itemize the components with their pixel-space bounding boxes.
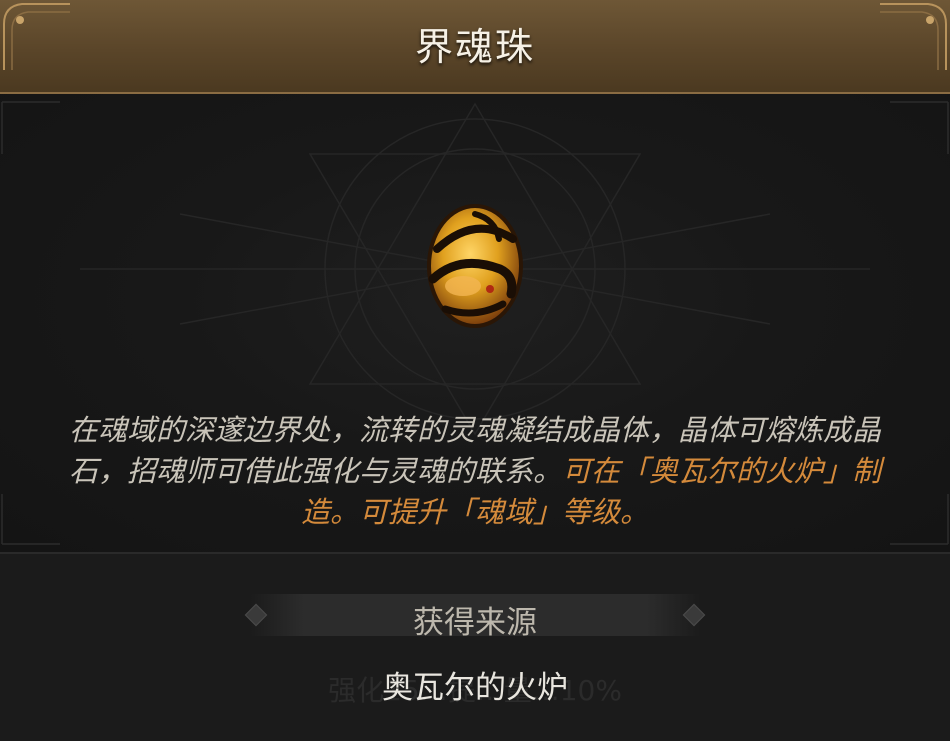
- source-section: 获得来源 强化15…提…量…10% 奥瓦尔的火炉: [0, 554, 950, 741]
- source-header: 获得来源: [244, 594, 706, 641]
- title-bar: 界魂珠: [0, 0, 950, 94]
- item-detail-panel: 在魂域的深邃边界处，流转的灵魂凝结成晶体，晶体可熔炼成晶石，招魂师可借此强化与灵…: [0, 94, 950, 552]
- source-title: 获得来源: [413, 605, 537, 641]
- item-title: 界魂珠: [414, 25, 535, 69]
- source-item-forge[interactable]: 奥瓦尔的火炉: [0, 662, 950, 707]
- soul-orb-icon: [427, 204, 523, 328]
- item-description: 在魂域的深邃边界处，流转的灵魂凝结成晶体，晶体可熔炼成晶石，招魂师可借此强化与灵…: [60, 410, 890, 533]
